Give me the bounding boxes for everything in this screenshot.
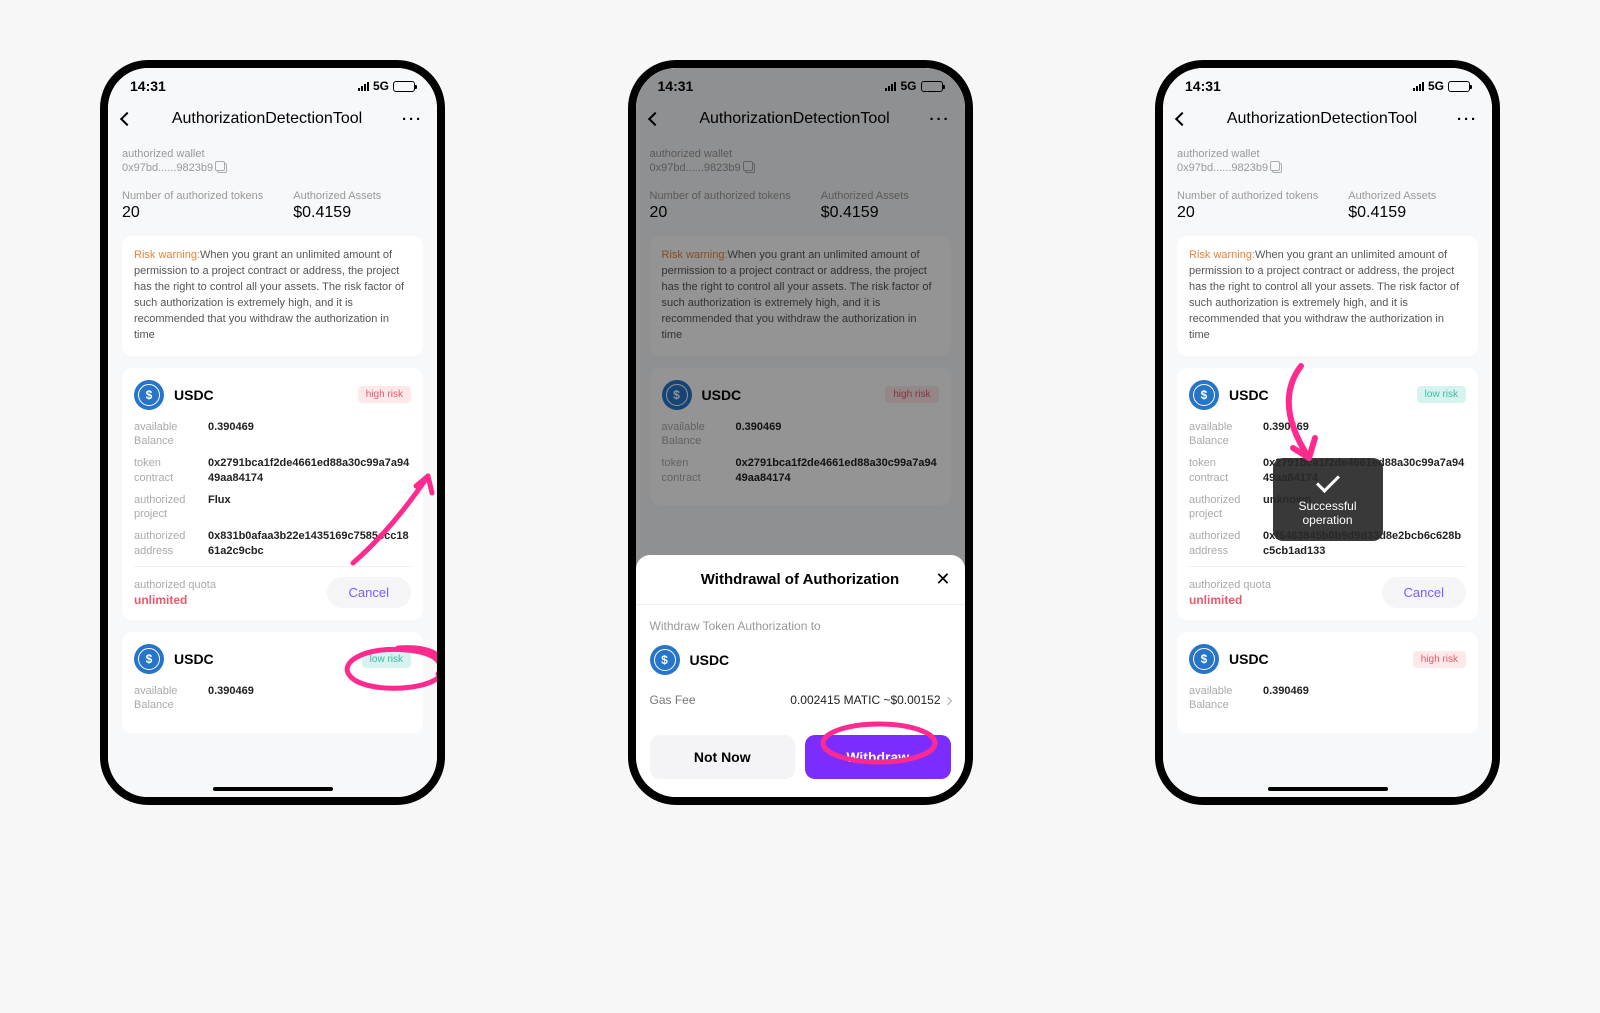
network-label: 5G [1428,79,1444,93]
token-card: $ USDC high risk available Balance 0.3904… [1177,632,1478,733]
contract-value: 0x2791bca1f2de4661ed88a30c99a7a9449aa841… [208,456,411,485]
contract-label: token contract [1189,456,1249,485]
sheet-title: Withdrawal of Authorization [701,571,899,588]
usdc-icon: $ [650,645,680,675]
risk-badge-low: low risk [362,651,411,668]
gas-fee-row[interactable]: Gas Fee 0.002415 MATIC ~$0.00152 [650,693,951,707]
assets-label: Authorized Assets [1348,190,1436,202]
more-icon[interactable]: ··· [402,111,423,128]
risk-warning-label: Risk warning: [134,249,200,261]
balance-value: 0.390469 [1263,684,1466,698]
token-card: $ USDC high risk available Balance 0.3904… [122,368,423,620]
phone-2: 14:31 5G AuthorizationDetectionTool ··· … [628,60,973,805]
balance-label: available Balance [1189,684,1249,713]
assets-value: $0.4159 [1348,204,1436,222]
address-label: authorized address [1189,529,1249,558]
token-symbol: USDC [174,651,214,667]
chevron-right-icon [943,697,951,705]
back-icon[interactable] [1175,112,1189,126]
close-icon[interactable]: ✕ [935,569,950,590]
sheet-subtitle: Withdraw Token Authorization to [650,619,951,633]
status-bar: 14:31 5G [108,68,437,104]
home-indicator [1268,787,1388,791]
wallet-address: 0x97bd......9823b9 [122,162,213,174]
status-bar: 14:31 5G [1163,68,1492,104]
token-count: 20 [1177,204,1318,222]
token-count: 20 [122,204,263,222]
address-label: authorized address [134,529,194,558]
more-icon[interactable]: ··· [1457,111,1478,128]
risk-warning-label: Risk warning: [1189,249,1255,261]
risk-warning-text: When you grant an unlimited amount of pe… [134,249,404,341]
signal-icon [1413,82,1424,91]
contract-label: token contract [134,456,194,485]
balance-label: available Balance [134,684,194,713]
nav-bar: AuthorizationDetectionTool ··· [1163,104,1492,142]
home-indicator [213,787,333,791]
token-symbol: USDC [1229,651,1269,667]
project-label: authorized project [1189,493,1249,522]
token-count-label: Number of authorized tokens [1177,190,1318,202]
withdraw-button[interactable]: Withdraw [805,735,951,779]
cancel-button[interactable]: Cancel [1382,577,1466,608]
gas-value: 0.002415 MATIC ~$0.00152 [790,693,940,707]
sheet-token: USDC [690,652,730,668]
usdc-icon: $ [1189,644,1219,674]
risk-warning-card: Risk warning:When you grant an unlimited… [1177,236,1478,356]
token-symbol: USDC [174,387,214,403]
wallet-address: 0x97bd......9823b9 [1177,162,1268,174]
battery-icon [393,81,415,92]
cancel-button[interactable]: Cancel [327,577,411,608]
balance-value: 0.390469 [208,684,411,698]
signal-icon [358,82,369,91]
wallet-label: authorized wallet [122,148,423,160]
risk-badge-high: high risk [1413,651,1466,668]
project-value: Flux [208,493,411,507]
phone-1: 14:31 5G AuthorizationDetectionTool ··· … [100,60,445,805]
network-label: 5G [373,79,389,93]
usdc-icon: $ [134,380,164,410]
risk-badge-high: high risk [358,386,411,403]
balance-value: 0.390469 [208,420,411,434]
token-card: $ USDC low risk available Balance 0.39046… [122,632,423,733]
quota-value: unlimited [1189,593,1271,607]
withdrawal-sheet: Withdrawal of Authorization ✕ Withdraw T… [636,555,965,797]
token-symbol: USDC [1229,387,1269,403]
not-now-button[interactable]: Not Now [650,735,796,779]
page-title: AuthorizationDetectionTool [1197,110,1447,128]
risk-badge-low: low risk [1417,386,1466,403]
risk-warning-text: When you grant an unlimited amount of pe… [1189,249,1459,341]
check-icon [1315,469,1339,493]
balance-label: available Balance [134,420,194,449]
quota-value: unlimited [134,593,216,607]
back-icon[interactable] [120,112,134,126]
balance-value: 0.390469 [1263,420,1466,434]
nav-bar: AuthorizationDetectionTool ··· [108,104,437,142]
status-time: 14:31 [130,78,166,94]
quota-label: authorized quota [134,578,216,592]
gas-label: Gas Fee [650,693,696,707]
usdc-icon: $ [134,644,164,674]
phone-3: 14:31 5G AuthorizationDetectionTool ··· … [1155,60,1500,805]
usdc-icon: $ [1189,380,1219,410]
assets-label: Authorized Assets [293,190,381,202]
balance-label: available Balance [1189,420,1249,449]
copy-icon[interactable] [217,163,227,173]
success-toast: Successful operation [1273,458,1383,541]
toast-text: Successful operation [1281,499,1375,527]
status-time: 14:31 [1185,78,1221,94]
page-title: AuthorizationDetectionTool [142,110,392,128]
risk-warning-card: Risk warning:When you grant an unlimited… [122,236,423,356]
token-count-label: Number of authorized tokens [122,190,263,202]
address-value: 0x831b0afaa3b22e1435169c7585ccc1861a2c9c… [208,529,411,558]
copy-icon[interactable] [1272,163,1282,173]
quota-label: authorized quota [1189,578,1271,592]
battery-icon [1448,81,1470,92]
project-label: authorized project [134,493,194,522]
assets-value: $0.4159 [293,204,381,222]
wallet-label: authorized wallet [1177,148,1478,160]
